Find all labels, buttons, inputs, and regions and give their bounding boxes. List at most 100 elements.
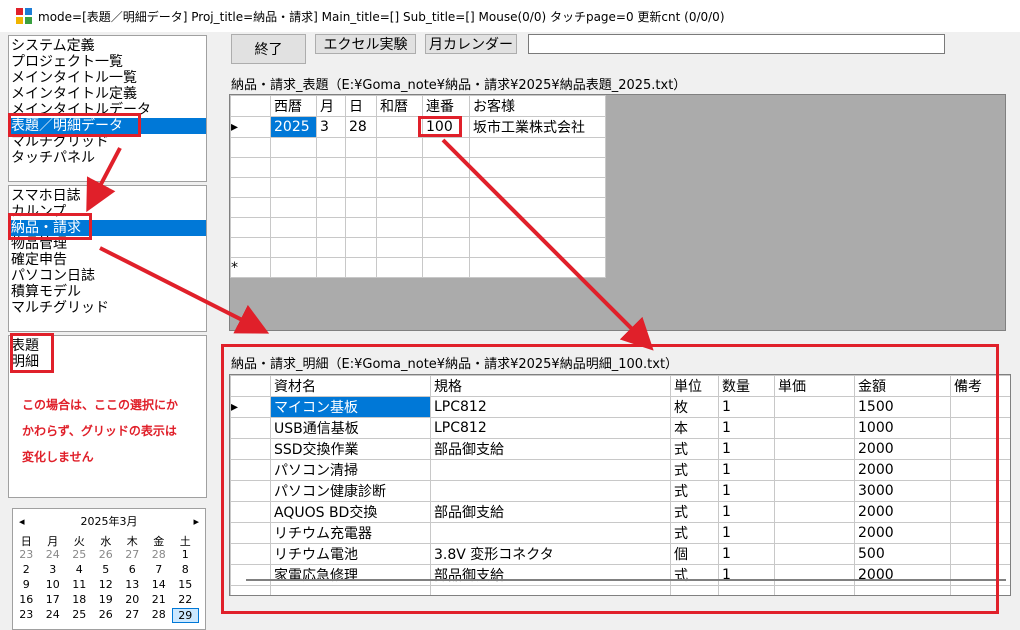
- row-header[interactable]: [230, 237, 271, 258]
- table-cell[interactable]: [316, 157, 346, 178]
- text-input[interactable]: [528, 34, 945, 54]
- table-cell[interactable]: [270, 257, 317, 278]
- table-cell[interactable]: [469, 197, 606, 218]
- exit-button[interactable]: 終了: [231, 34, 306, 64]
- calendar-title[interactable]: 2025年3月: [81, 513, 138, 529]
- table-cell[interactable]: [316, 237, 346, 258]
- table-cell[interactable]: [376, 237, 423, 258]
- column-header[interactable]: お客様: [469, 95, 606, 117]
- calendar-day[interactable]: 13: [119, 578, 146, 593]
- calendar-day[interactable]: 24: [40, 548, 67, 563]
- column-header[interactable]: 月: [316, 95, 346, 117]
- table-cell[interactable]: [469, 237, 606, 258]
- table-cell[interactable]: [345, 177, 377, 198]
- table-cell[interactable]: 28: [345, 116, 377, 138]
- calendar-day[interactable]: 11: [66, 578, 93, 593]
- calendar-day[interactable]: 16: [13, 593, 40, 608]
- table-cell[interactable]: [469, 217, 606, 238]
- table-row[interactable]: [230, 137, 606, 158]
- table-cell[interactable]: [270, 197, 317, 218]
- calendar-day[interactable]: 23: [13, 608, 40, 623]
- table-cell[interactable]: [422, 237, 470, 258]
- calendar-day[interactable]: 25: [66, 548, 93, 563]
- table-cell[interactable]: [376, 197, 423, 218]
- calendar-day[interactable]: 6: [119, 563, 146, 578]
- column-header[interactable]: 連番: [422, 95, 470, 117]
- table-cell[interactable]: [316, 177, 346, 198]
- table-cell[interactable]: [469, 177, 606, 198]
- table-cell[interactable]: [376, 157, 423, 178]
- row-header[interactable]: [230, 137, 271, 158]
- table-cell[interactable]: [270, 237, 317, 258]
- table-cell[interactable]: [345, 217, 377, 238]
- table-row[interactable]: *: [230, 257, 606, 278]
- calendar-day[interactable]: 22: [172, 593, 199, 608]
- table-cell[interactable]: [345, 137, 377, 158]
- row-header[interactable]: [230, 177, 271, 198]
- calendar-day[interactable]: 17: [40, 593, 67, 608]
- table-row[interactable]: [230, 237, 606, 258]
- calendar-day[interactable]: 26: [93, 608, 120, 623]
- table-cell[interactable]: [376, 217, 423, 238]
- calendar-day[interactable]: 14: [146, 578, 173, 593]
- table-cell[interactable]: [422, 157, 470, 178]
- column-header[interactable]: 和暦: [376, 95, 423, 117]
- project-item[interactable]: マルチグリッド: [9, 300, 206, 316]
- table-cell[interactable]: [422, 177, 470, 198]
- row-header[interactable]: *: [230, 257, 271, 278]
- table-cell[interactable]: [422, 197, 470, 218]
- sidebar-item[interactable]: システム定義: [9, 38, 206, 54]
- calendar-day[interactable]: 23: [13, 548, 40, 563]
- calendar-day[interactable]: 20: [119, 593, 146, 608]
- row-header[interactable]: [230, 157, 271, 178]
- table-cell[interactable]: [376, 177, 423, 198]
- row-header[interactable]: [230, 217, 271, 238]
- table-cell[interactable]: [422, 137, 470, 158]
- month-calendar[interactable]: ◂ 2025年3月 ▸ 日月火水木金土 23 24 25 26 27 28 1 2 3 4 5 6 7 8 9…: [12, 508, 206, 630]
- calendar-day[interactable]: 25: [66, 608, 93, 623]
- calendar-day[interactable]: 27: [119, 548, 146, 563]
- menu-list-1[interactable]: システム定義 プロジェクト一覧 メインタイトル一覧 メインタイトル定義 メインタイトルデ…: [8, 35, 207, 182]
- table-cell[interactable]: [270, 137, 317, 158]
- table-row[interactable]: [230, 157, 606, 178]
- table-cell[interactable]: [345, 257, 377, 278]
- table-cell[interactable]: [345, 237, 377, 258]
- project-item[interactable]: 確定申告: [9, 252, 206, 268]
- row-header[interactable]: ▸: [230, 116, 271, 138]
- table-row[interactable]: [230, 197, 606, 218]
- table-cell[interactable]: [422, 257, 470, 278]
- calendar-day[interactable]: 7: [146, 563, 173, 578]
- header-grid[interactable]: 西暦月日和暦 連番 お客様 ▸ 2025 3 28 100 坂市工業株式会社 *: [229, 94, 1006, 331]
- month-calendar-button[interactable]: 月カレンダー: [425, 34, 517, 54]
- table-cell[interactable]: [469, 257, 606, 278]
- table-cell[interactable]: [270, 157, 317, 178]
- table-cell[interactable]: [316, 137, 346, 158]
- calendar-day[interactable]: 1: [172, 548, 199, 563]
- calendar-day[interactable]: 19: [93, 593, 120, 608]
- table-cell[interactable]: 2025: [270, 116, 317, 138]
- excel-test-button[interactable]: エクセル実験: [315, 34, 416, 54]
- sidebar-item[interactable]: プロジェクト一覧: [9, 54, 206, 70]
- calendar-day[interactable]: 21: [146, 593, 173, 608]
- table-cell[interactable]: [270, 217, 317, 238]
- table-cell[interactable]: [376, 257, 423, 278]
- table-cell[interactable]: [316, 197, 346, 218]
- calendar-day[interactable]: 2: [13, 563, 40, 578]
- sidebar-item[interactable]: メインタイトル一覧: [9, 70, 206, 86]
- table-row[interactable]: [230, 177, 606, 198]
- calendar-day[interactable]: 8: [172, 563, 199, 578]
- table-cell[interactable]: [345, 197, 377, 218]
- table-cell[interactable]: 坂市工業株式会社: [469, 116, 606, 138]
- project-item[interactable]: スマホ日誌: [9, 188, 206, 204]
- calendar-day[interactable]: 15: [172, 578, 199, 593]
- table-cell[interactable]: [316, 217, 346, 238]
- table-cell[interactable]: 3: [316, 116, 346, 138]
- table-cell[interactable]: [376, 137, 423, 158]
- calendar-day[interactable]: 28: [146, 548, 173, 563]
- row-header[interactable]: [230, 197, 271, 218]
- calendar-day[interactable]: 12: [93, 578, 120, 593]
- column-header[interactable]: 西暦: [270, 95, 317, 117]
- calendar-day[interactable]: 3: [40, 563, 67, 578]
- table-cell[interactable]: [376, 116, 423, 138]
- calendar-day[interactable]: 9: [13, 578, 40, 593]
